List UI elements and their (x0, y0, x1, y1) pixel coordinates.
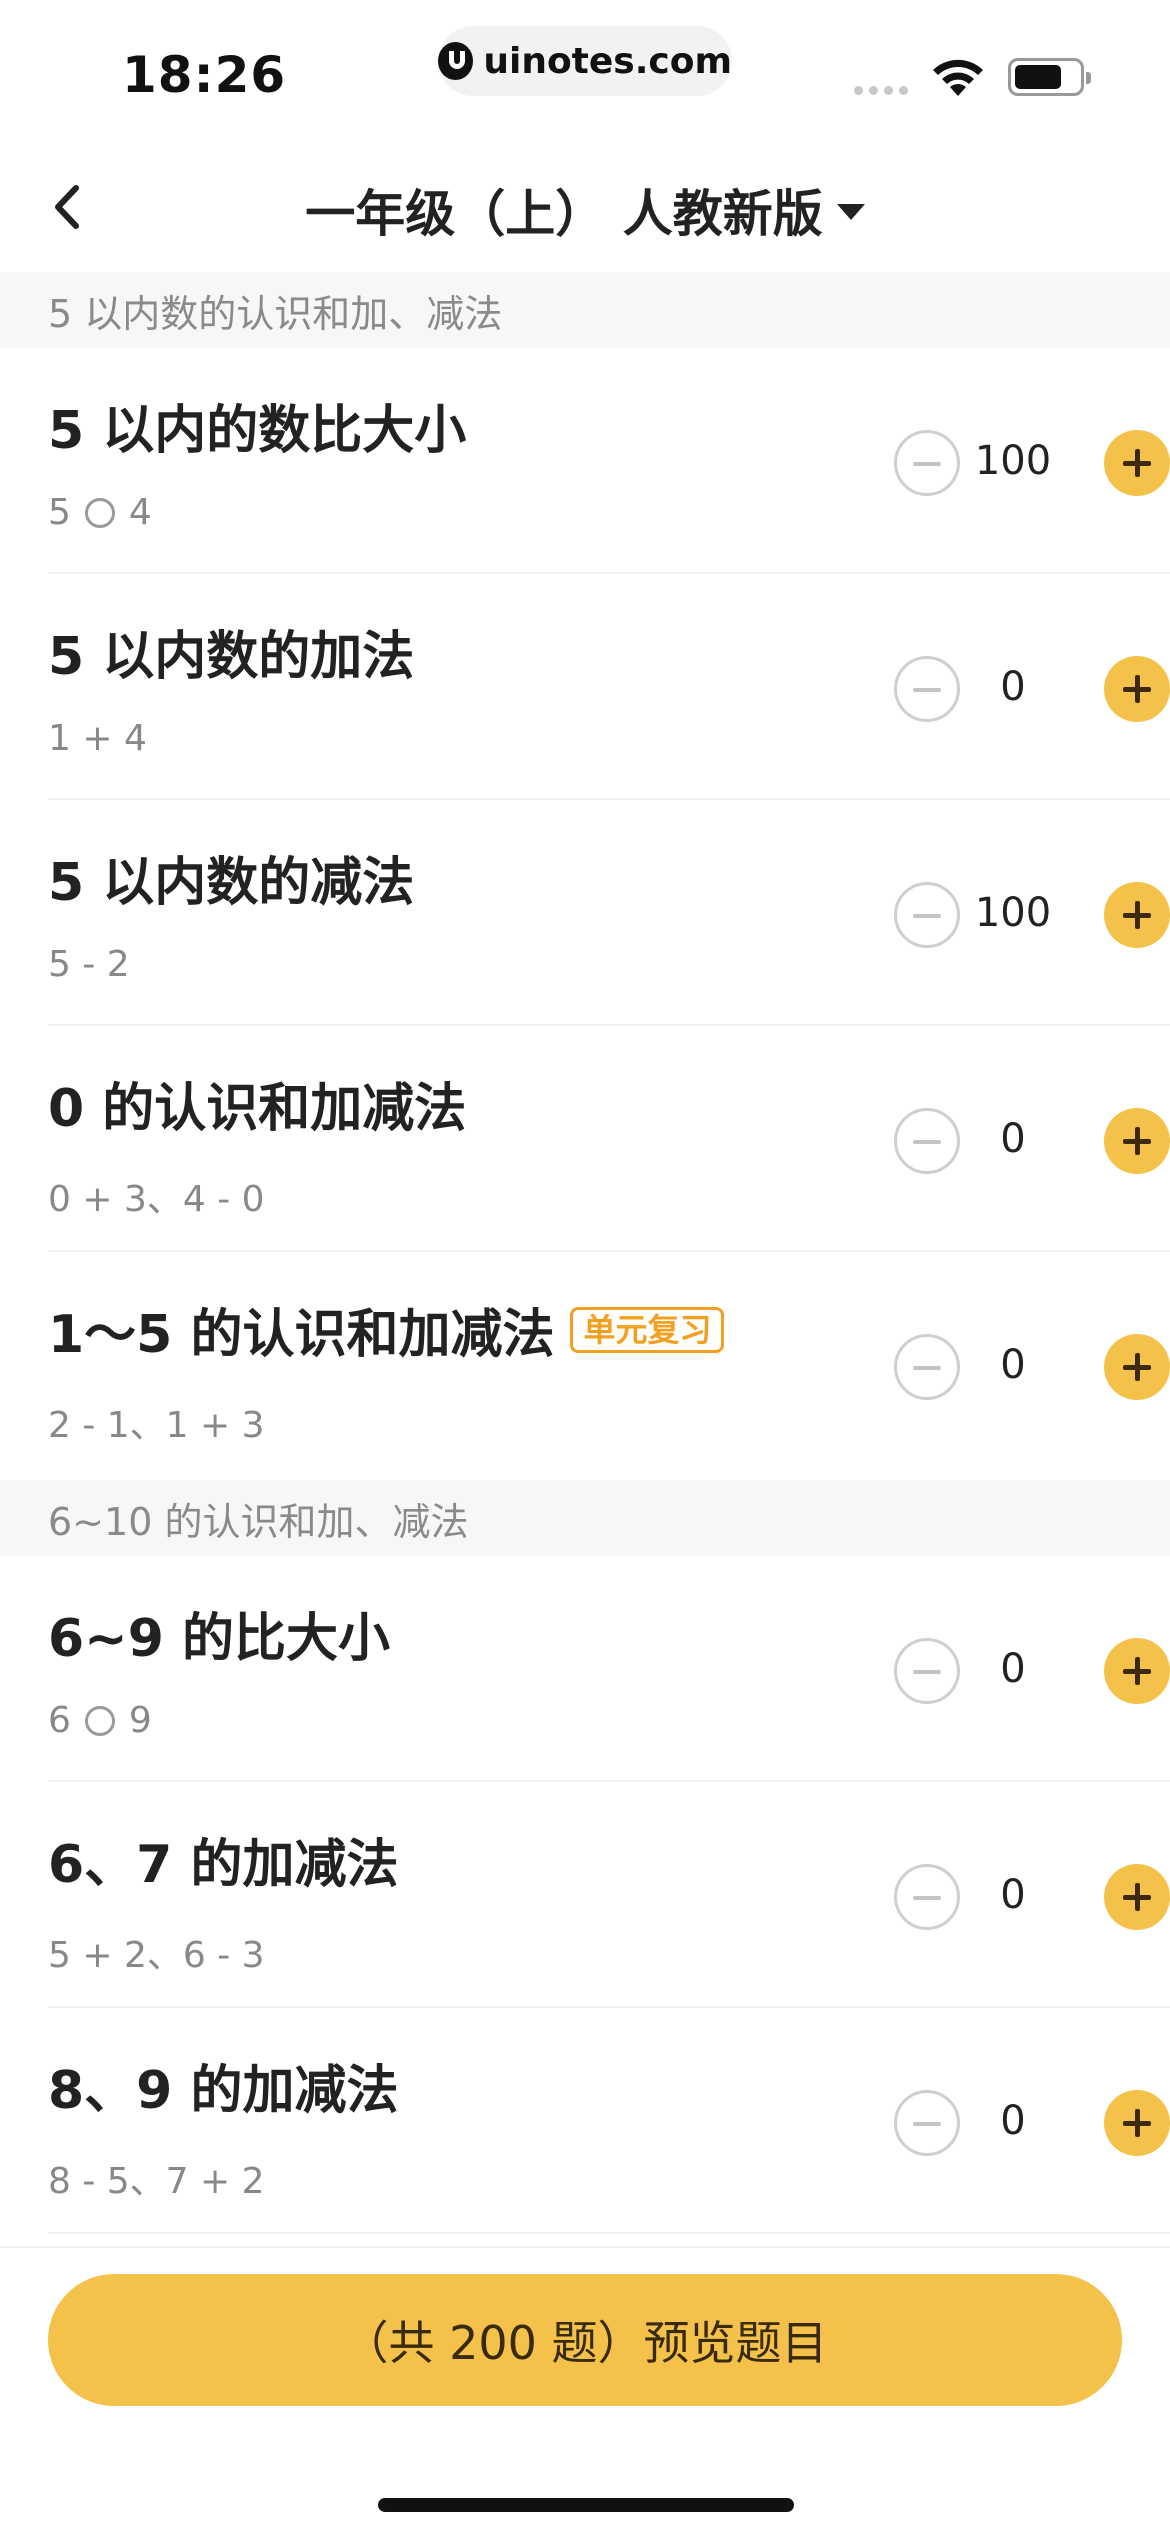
url-text: uinotes.com (483, 40, 732, 82)
quantity-stepper: 100 (894, 882, 1170, 948)
increment-button[interactable] (1104, 1638, 1170, 1704)
item-title: 1～5 的认识和加减法 单元复习 (48, 1292, 725, 1367)
list-item: 8、9 的加减法 8 - 5、7 + 2 0 (48, 2008, 1170, 2234)
item-example: 5 - 2 (48, 944, 130, 985)
item-title: 6、7 的加减法 (48, 1835, 399, 1895)
item-title: 8、9 的加减法 (48, 2061, 399, 2121)
decrement-button[interactable] (894, 882, 960, 948)
increment-button[interactable] (1104, 430, 1170, 496)
quantity-stepper: 0 (894, 1108, 1170, 1174)
item-example: 6 9 (48, 1700, 152, 1741)
question-count: 100 (974, 890, 1052, 936)
section-header: 6~10 的认识和加、减法 (0, 1480, 1170, 1556)
increment-button[interactable] (1104, 1334, 1170, 1400)
decrement-button[interactable] (894, 1334, 960, 1400)
increment-button[interactable] (1104, 2090, 1170, 2156)
bottom-bar: （共 200 题）预览题目 (0, 2246, 1170, 2532)
decrement-button[interactable] (894, 2090, 960, 2156)
list-item: 5 以内数的加法 1 + 4 0 (48, 574, 1170, 800)
item-title: 6~9 的比大小 (48, 1609, 391, 1669)
quantity-stepper: 0 (894, 2090, 1170, 2156)
quantity-stepper: 0 (894, 1864, 1170, 1930)
increment-button[interactable] (1104, 1864, 1170, 1930)
increment-button[interactable] (1104, 1108, 1170, 1174)
quantity-stepper: 0 (894, 1638, 1170, 1704)
wifi-icon (933, 59, 983, 96)
item-example: 5 4 (48, 492, 152, 533)
status-time: 18:26 (122, 46, 287, 104)
battery-icon (1008, 58, 1091, 96)
decrement-button[interactable] (894, 1108, 960, 1174)
question-count: 0 (1000, 1342, 1026, 1388)
item-example: 5 + 2、6 - 3 (48, 1935, 265, 1976)
quantity-stepper: 0 (894, 1334, 1170, 1400)
question-count: 100 (974, 438, 1052, 484)
page-title: 一年级（上） 人教新版 (305, 185, 823, 243)
caret-down-icon (836, 204, 865, 220)
preview-questions-button[interactable]: （共 200 题）预览题目 (48, 2274, 1122, 2406)
item-title: 5 以内数的加法 (48, 627, 415, 687)
decrement-button[interactable] (894, 1864, 960, 1930)
compare-circle-icon (84, 497, 115, 528)
site-logo-icon (438, 42, 474, 80)
compare-circle-icon (84, 1705, 115, 1736)
unit-review-badge: 单元复习 (570, 1306, 725, 1353)
list-item: 6、7 的加减法 5 + 2、6 - 3 0 (48, 1782, 1170, 2008)
question-count: 0 (1000, 1872, 1026, 1918)
quantity-stepper: 0 (894, 656, 1170, 722)
grade-selector[interactable]: 一年级（上） 人教新版 (0, 174, 1170, 246)
item-example: 8 - 5、7 + 2 (48, 2161, 265, 2202)
quantity-stepper: 100 (894, 430, 1170, 496)
item-example: 1 + 4 (48, 718, 147, 759)
item-title: 5 以内的数比大小 (48, 401, 467, 461)
home-indicator (378, 2498, 794, 2512)
status-bar: 18:26 uinotes.com (0, 0, 1170, 140)
list-item: 5 以内的数比大小 5 4 100 (48, 348, 1170, 574)
item-example: 0 + 3、4 - 0 (48, 1179, 265, 1220)
decrement-button[interactable] (894, 430, 960, 496)
question-count: 0 (1000, 1646, 1026, 1692)
question-count: 0 (1000, 2098, 1026, 2144)
list-item: 0 的认识和加减法 0 + 3、4 - 0 0 (48, 1026, 1170, 1252)
increment-button[interactable] (1104, 656, 1170, 722)
section-header: 5 以内数的认识和加、减法 (0, 272, 1170, 348)
decrement-button[interactable] (894, 1638, 960, 1704)
list-item: 1～5 的认识和加减法 单元复习 2 - 1、1 + 3 0 (48, 1252, 1170, 1478)
url-pill[interactable]: uinotes.com (438, 26, 732, 96)
cellular-signal-icon (854, 86, 908, 95)
item-title: 5 以内数的减法 (48, 853, 415, 913)
question-count: 0 (1000, 1116, 1026, 1162)
list-item: 6~9 的比大小 6 9 0 (48, 1556, 1170, 1782)
item-example: 2 - 1、1 + 3 (48, 1405, 265, 1446)
list-item: 5 以内数的减法 5 - 2 100 (48, 800, 1170, 1026)
question-count: 0 (1000, 664, 1026, 710)
increment-button[interactable] (1104, 882, 1170, 948)
item-title: 0 的认识和加减法 (48, 1079, 467, 1139)
nav-bar: 一年级（上） 人教新版 (0, 140, 1170, 272)
decrement-button[interactable] (894, 656, 960, 722)
